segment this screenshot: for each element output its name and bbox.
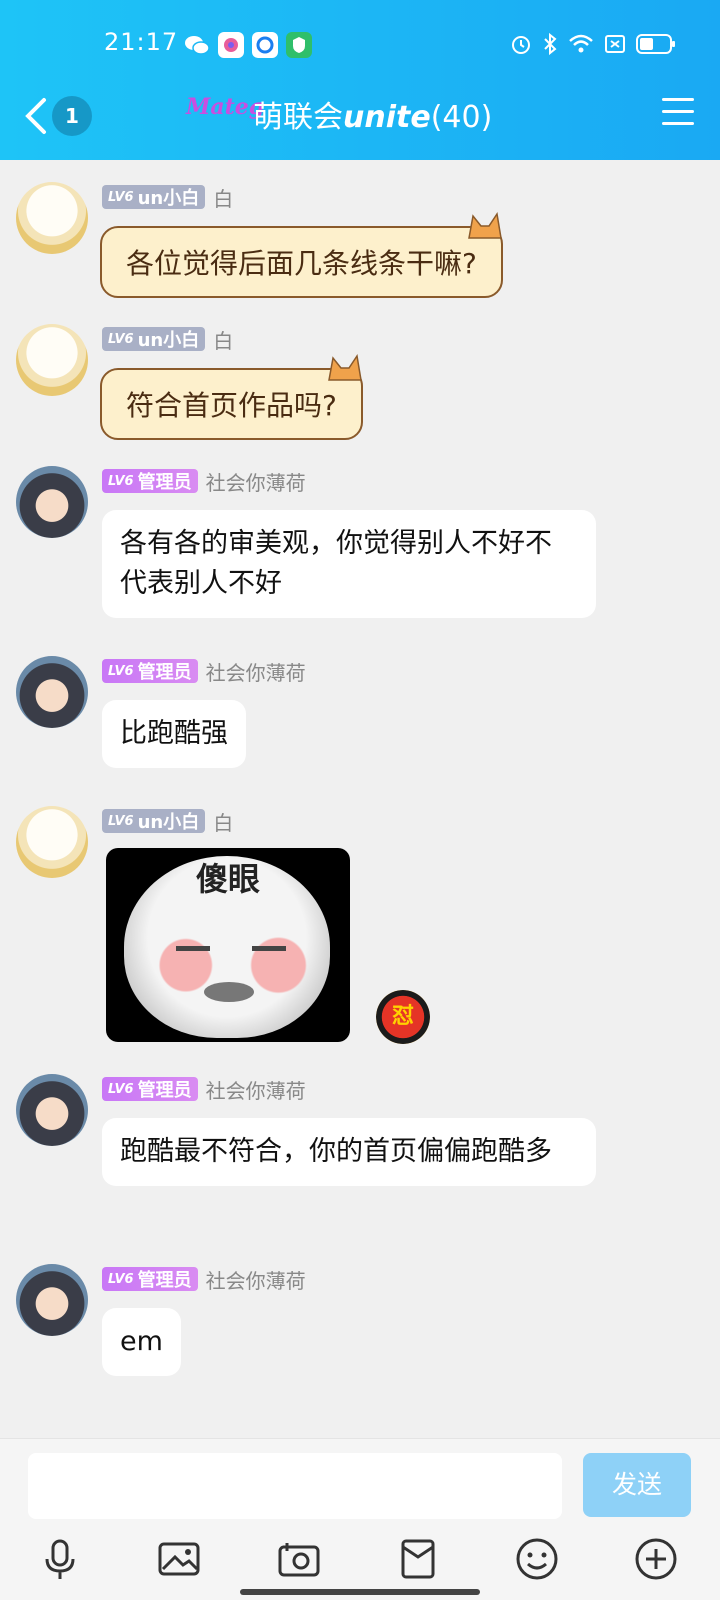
level-tag: LV6 管理员: [102, 659, 198, 683]
input-toolbar: [0, 1535, 720, 1595]
group-title: 萌联会unite(40): [253, 92, 492, 136]
back-button[interactable]: 1: [24, 96, 94, 136]
sim-icon: [605, 35, 625, 53]
red-envelope-icon[interactable]: [394, 1535, 442, 1583]
message-bubble[interactable]: 比跑酷强: [102, 700, 246, 768]
sender-nickname: 白: [213, 810, 234, 835]
plus-icon[interactable]: [632, 1535, 680, 1583]
avatar[interactable]: [16, 656, 88, 728]
cat-decoration-icon: [327, 354, 362, 381]
level-tag: LV6 管理员: [102, 1077, 198, 1101]
camera-icon[interactable]: [275, 1535, 323, 1583]
sender-nickname: 社会你薄荷: [205, 1078, 306, 1103]
chevron-left-icon: [25, 98, 46, 134]
level-tag: LV6 管理员: [102, 469, 198, 493]
sender-meta: LV6 un小白 白: [102, 184, 234, 211]
reaction-badge-icon[interactable]: 怼: [376, 990, 430, 1044]
status-bar: 21:17: [0, 24, 720, 66]
sender-nickname: 社会你薄荷: [205, 660, 306, 685]
message-text: em: [120, 1326, 163, 1357]
notification-icons: [184, 32, 312, 58]
wechat-icon: [185, 36, 210, 55]
message-text: 各有各的审美观，你觉得别人不好不代表别人不好: [120, 528, 552, 599]
microphone-icon[interactable]: [36, 1535, 84, 1583]
level-tag: LV6 管理员: [102, 1267, 198, 1291]
sender-meta: LV6 管理员 社会你薄荷: [102, 1076, 306, 1103]
avatar[interactable]: [16, 182, 88, 254]
input-area: 发送: [0, 1438, 720, 1600]
eyes-shape: [176, 946, 286, 951]
message-text: 符合首页作品吗?: [126, 389, 337, 422]
title-row: 1 Mateg 萌联会unite(40): [0, 90, 720, 142]
menu-icon[interactable]: [662, 98, 694, 126]
level-tag: LV6 un小白: [102, 185, 206, 209]
group-title-cn: 萌联会: [253, 100, 343, 135]
app-notification-icon: [218, 32, 244, 58]
message-text: 比跑酷强: [120, 718, 228, 749]
cat-decoration-icon: [467, 212, 502, 239]
member-count: (40): [430, 100, 493, 135]
wifi-icon: [569, 34, 593, 53]
sender-meta: LV6 管理员 社会你薄荷: [102, 468, 306, 495]
level-tag: LV6 un小白: [102, 327, 206, 351]
sender-meta: LV6 管理员 社会你薄荷: [102, 1266, 306, 1293]
qq-browser-icon: [252, 32, 278, 58]
sender-nickname: 社会你薄荷: [205, 470, 306, 495]
message-bubble[interactable]: 各位觉得后面几条线条干嘛?: [100, 212, 503, 298]
avatar[interactable]: [16, 324, 88, 396]
group-title-en: unite: [343, 100, 431, 135]
send-button[interactable]: 发送: [583, 1453, 691, 1517]
mouth-shape: [204, 982, 254, 1002]
sender-meta: LV6 管理员 社会你薄荷: [102, 658, 306, 685]
message-bubble[interactable]: em: [102, 1308, 181, 1376]
battery-icon: [636, 34, 675, 54]
avatar[interactable]: [16, 1264, 88, 1336]
status-time: 21:17: [104, 28, 179, 56]
message-bubble[interactable]: 符合首页作品吗?: [100, 354, 363, 440]
image-icon[interactable]: [155, 1535, 203, 1583]
avatar[interactable]: [16, 806, 88, 878]
sender-nickname: 白: [213, 328, 234, 353]
sender-meta: LV6 un小白 白: [102, 326, 234, 353]
chat-header: 21:17 1 Mateg 萌联会unite(40): [0, 0, 720, 160]
sticker-image[interactable]: 傻眼: [106, 848, 350, 1042]
sender-nickname: 社会你薄荷: [205, 1268, 306, 1293]
message-bubble[interactable]: 各有各的审美观，你觉得别人不好不代表别人不好: [102, 510, 596, 618]
message-bubble[interactable]: 跑酷最不符合，你的首页偏偏跑酷多: [102, 1118, 596, 1186]
avatar[interactable]: [16, 1074, 88, 1146]
message-text: 跑酷最不符合，你的首页偏偏跑酷多: [120, 1136, 552, 1167]
message-text: 各位觉得后面几条线条干嘛?: [126, 247, 477, 280]
message-input[interactable]: [28, 1453, 562, 1519]
bluetooth-icon: [544, 32, 557, 56]
home-indicator[interactable]: [240, 1589, 480, 1595]
system-status-icons: [510, 32, 676, 56]
sticker-caption: 傻眼: [195, 860, 260, 898]
security-app-icon: [286, 32, 312, 58]
sender-meta: LV6 un小白 白: [102, 808, 234, 835]
avatar[interactable]: [16, 466, 88, 538]
alarm-icon: [512, 36, 530, 54]
level-tag: LV6 un小白: [102, 809, 206, 833]
emoji-icon[interactable]: [513, 1535, 561, 1583]
sender-nickname: 白: [213, 186, 234, 211]
unread-badge: 1: [52, 96, 92, 136]
